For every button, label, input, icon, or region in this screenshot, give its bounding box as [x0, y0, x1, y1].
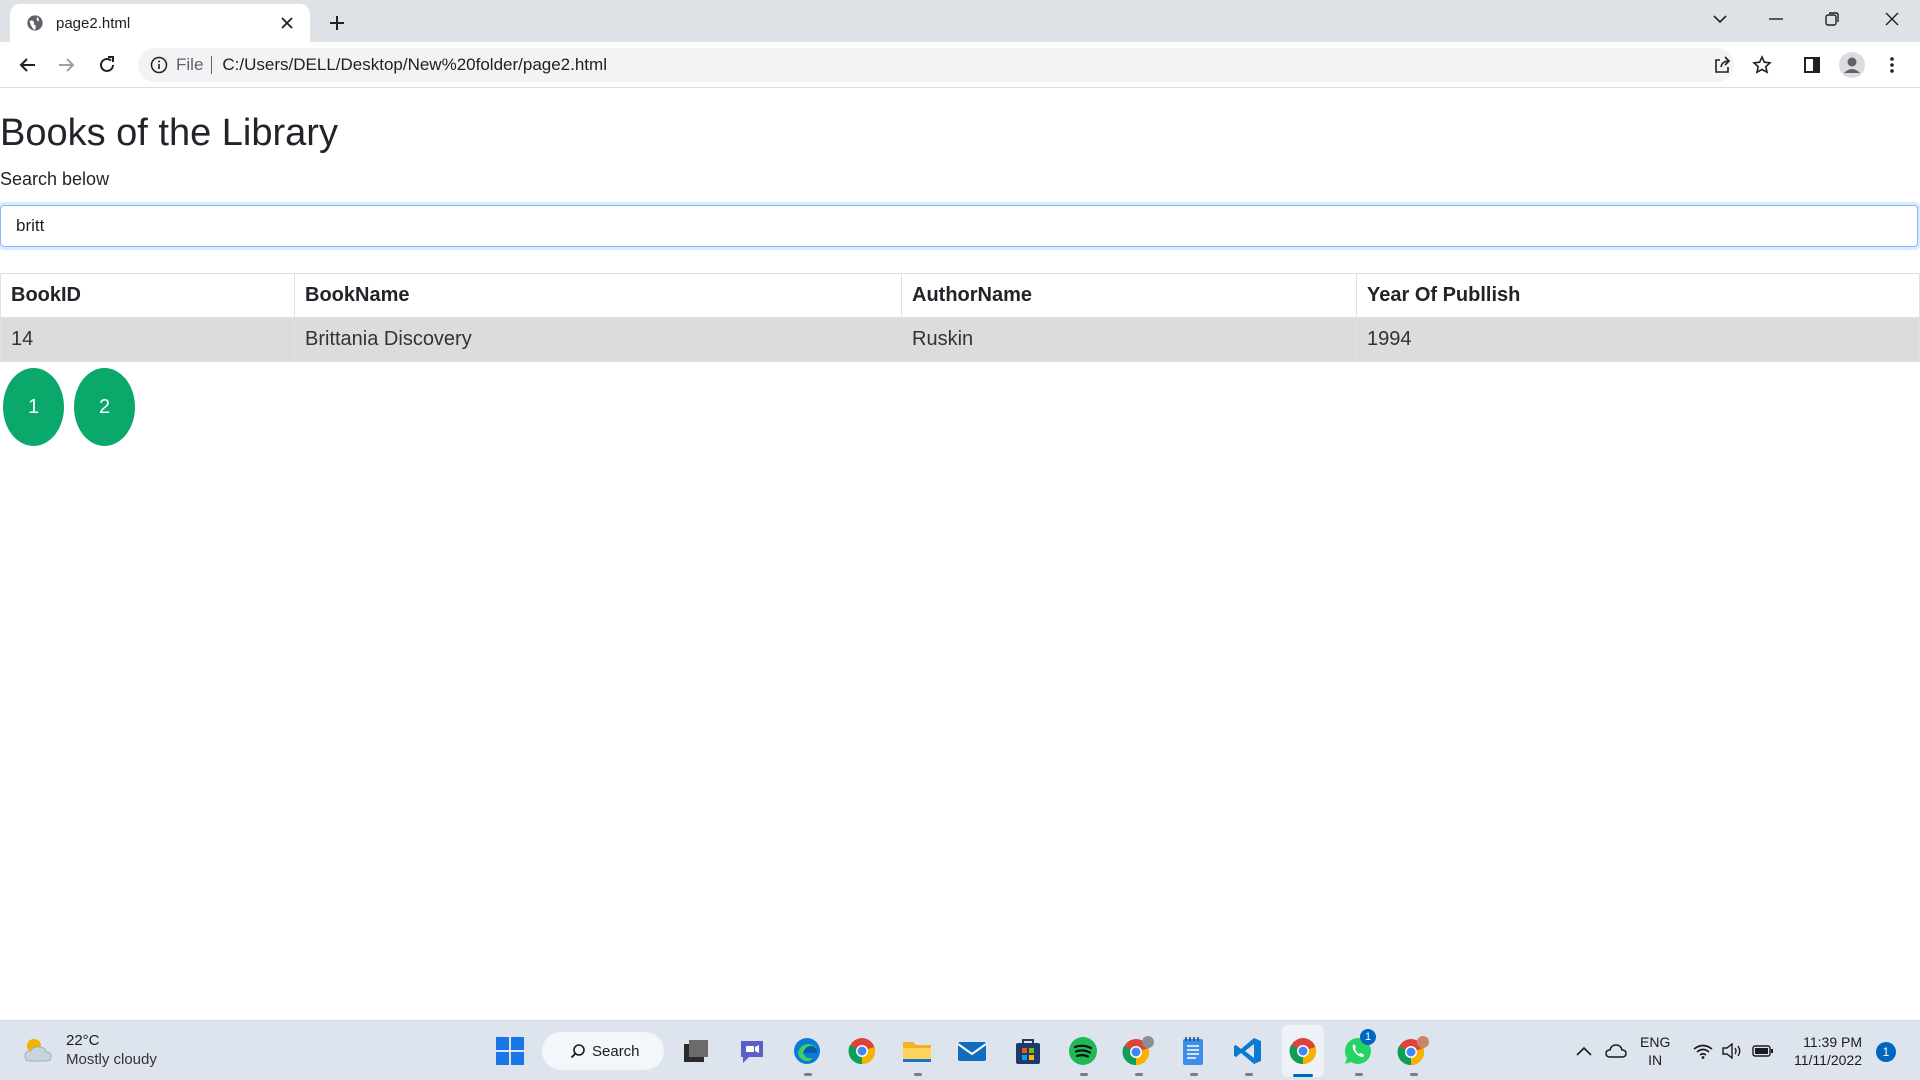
page-1-button[interactable]: 1: [3, 368, 64, 446]
spotify-icon[interactable]: [1065, 1033, 1101, 1069]
notification-badge[interactable]: 1: [1876, 1042, 1896, 1062]
search-icon: [570, 1044, 585, 1059]
url-scheme: File: [176, 55, 204, 74]
close-window-icon[interactable]: [1864, 0, 1920, 38]
taskbar-search-button[interactable]: Search: [542, 1032, 664, 1070]
tab-search-icon[interactable]: [1692, 0, 1748, 38]
forward-icon[interactable]: [51, 49, 83, 81]
vscode-running-indicator: [1245, 1073, 1253, 1076]
bookmark-star-icon[interactable]: [1746, 48, 1778, 82]
url-separator: [211, 56, 213, 74]
language-line-1: ENG: [1640, 1034, 1671, 1050]
cell-bookid: 14: [0, 317, 295, 362]
address-bar[interactable]: File C:/Users/DELL/Desktop/New%20folder/…: [138, 48, 1734, 82]
system-clock[interactable]: 11:39 PM 11/11/2022: [1790, 1033, 1862, 1069]
explorer-running-indicator: [914, 1073, 922, 1076]
page-2-button[interactable]: 2: [74, 368, 135, 446]
browser-tab[interactable]: page2.html: [10, 4, 310, 42]
close-tab-icon[interactable]: [276, 12, 298, 34]
taskbar-search-label: Search: [592, 1042, 640, 1060]
weather-temperature: 22°C: [66, 1032, 100, 1049]
column-header-year: Year Of Publlish: [1356, 273, 1920, 318]
chrome-icon[interactable]: [844, 1033, 880, 1069]
notepad-icon[interactable]: [1175, 1033, 1211, 1069]
restore-icon[interactable]: [1804, 0, 1860, 38]
new-tab-button[interactable]: [322, 8, 352, 38]
edge-icon[interactable]: [789, 1033, 825, 1069]
clock-time: 11:39 PM: [1803, 1034, 1862, 1050]
column-header-bookid: BookID: [0, 273, 295, 318]
globe-icon: [27, 15, 43, 31]
weather-condition: Mostly cloudy: [66, 1051, 157, 1068]
cell-year: 1994: [1356, 317, 1920, 362]
whatsapp-badge: 1: [1360, 1029, 1376, 1045]
weather-widget[interactable]: 22°C Mostly cloudy: [22, 1031, 157, 1069]
spotify-running-indicator: [1080, 1073, 1088, 1076]
chrome-profile-running-indicator: [1135, 1073, 1143, 1076]
more-menu-icon[interactable]: [1876, 48, 1908, 82]
edge-running-indicator: [804, 1073, 812, 1076]
minimize-icon[interactable]: [1748, 0, 1804, 38]
taskbar: 22°C Mostly cloudy Search 1 ENG IN 11:39…: [0, 1020, 1920, 1080]
start-icon[interactable]: [492, 1033, 528, 1069]
language-indicator[interactable]: ENG IN: [1640, 1033, 1670, 1069]
page-content: Books of the Library Search below BookID…: [0, 89, 1920, 1020]
whatsapp-running-indicator: [1355, 1073, 1363, 1076]
back-icon[interactable]: [11, 49, 43, 81]
mail-icon[interactable]: [954, 1033, 990, 1069]
cell-authorname: Ruskin: [901, 317, 1357, 362]
vscode-icon[interactable]: [1230, 1033, 1266, 1069]
table-row: 14 Brittania Discovery Ruskin 1994: [0, 317, 1920, 362]
browser-toolbar: File C:/Users/DELL/Desktop/New%20folder/…: [0, 42, 1920, 88]
volume-icon[interactable]: [1720, 1035, 1746, 1067]
cell-bookname: Brittania Discovery: [294, 317, 902, 362]
task-view-icon[interactable]: [678, 1033, 714, 1069]
chrome-profile2-icon[interactable]: [1395, 1033, 1431, 1069]
chat-icon[interactable]: [734, 1033, 770, 1069]
chevron-up-icon[interactable]: [1572, 1035, 1596, 1067]
clock-date: 11/11/2022: [1794, 1052, 1862, 1068]
page-title: Books of the Library: [0, 112, 338, 154]
chrome-active-indicator: [1293, 1074, 1313, 1077]
reload-icon[interactable]: [91, 49, 123, 81]
language-line-2: IN: [1648, 1052, 1663, 1068]
notepad-running-indicator: [1190, 1073, 1198, 1076]
tab-title: page2.html: [56, 14, 131, 32]
info-icon[interactable]: [150, 56, 168, 74]
column-header-bookname: BookName: [294, 273, 902, 318]
table-header-row: BookID BookName AuthorName Year Of Publl…: [0, 273, 1920, 318]
chrome-active-icon[interactable]: [1285, 1033, 1321, 1069]
search-label: Search below: [0, 169, 110, 189]
side-panel-icon[interactable]: [1796, 48, 1828, 82]
chrome-profile-icon[interactable]: [1120, 1033, 1156, 1069]
search-input[interactable]: [0, 205, 1918, 247]
tab-bar: page2.html: [0, 0, 1920, 42]
share-icon[interactable]: [1706, 48, 1738, 82]
column-header-authorname: AuthorName: [901, 273, 1357, 318]
file-explorer-icon[interactable]: [899, 1033, 935, 1069]
url-text[interactable]: C:/Users/DELL/Desktop/New%20folder/page2…: [222, 55, 607, 75]
onedrive-icon[interactable]: [1602, 1035, 1630, 1067]
profile-avatar-icon[interactable]: [1836, 48, 1868, 82]
books-table: BookID BookName AuthorName Year Of Publl…: [0, 273, 1920, 362]
chrome-profile2-running-indicator: [1410, 1073, 1418, 1076]
partly-cloudy-icon: [24, 1039, 52, 1062]
battery-icon[interactable]: [1750, 1035, 1776, 1067]
store-icon[interactable]: [1010, 1033, 1046, 1069]
wifi-icon[interactable]: [1690, 1035, 1716, 1067]
